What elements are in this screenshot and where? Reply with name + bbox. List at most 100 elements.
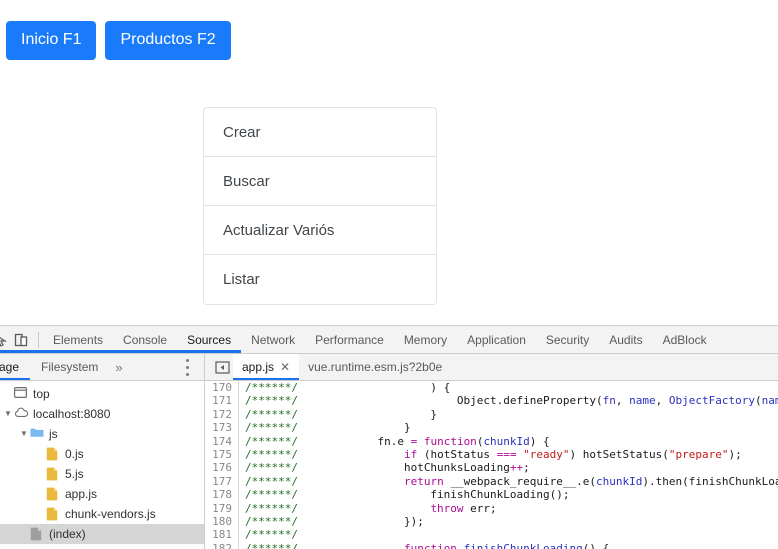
devtools-tab-application[interactable]: Application [457, 326, 536, 353]
devtools-tab-adblock[interactable]: AdBlock [653, 326, 717, 353]
webpack-gutter-comment: /******/ [245, 528, 298, 542]
show-navigator-icon[interactable] [211, 354, 233, 380]
line-number[interactable]: 177 [205, 474, 239, 489]
code-token: ( [754, 394, 762, 408]
file-tab-app-js[interactable]: app.js ✕ [233, 354, 300, 380]
code-token: ++ [509, 461, 524, 475]
active-tab-underline [0, 350, 242, 353]
devtools-tab-performance[interactable]: Performance [305, 326, 394, 353]
tree-item-label: 0.js [65, 447, 84, 461]
code-token: finishChunkLoading [463, 541, 583, 549]
devtools-tab-audits[interactable]: Audits [599, 326, 652, 353]
tree-item-label: chunk-vendors.js [65, 507, 156, 521]
devtools-tab-security[interactable]: Security [536, 326, 599, 353]
expand-triangle-icon[interactable]: ▼ [2, 410, 14, 418]
js-file-icon [46, 487, 60, 501]
js-file-icon [46, 467, 60, 481]
line-number[interactable]: 180 [205, 514, 239, 529]
tree-item-top[interactable]: top [0, 384, 204, 404]
line-number[interactable]: 179 [205, 501, 239, 515]
code-token: finishChunkLoading(); [297, 488, 570, 502]
code-line-text: /******/ finishChunkLoading(); [239, 488, 778, 501]
code-token: , [615, 394, 630, 408]
code-token: ) { [297, 381, 451, 394]
tree-item-0-js[interactable]: 0.js [0, 444, 204, 464]
code-line-text: /******/ } [239, 408, 778, 421]
line-number[interactable]: 171 [205, 394, 239, 408]
frame-icon [14, 387, 28, 401]
nav-button-bar: Inicio F1 Productos F2 [6, 21, 231, 60]
code-line-text: /******/ fn.e = function(chunkId) { [239, 435, 778, 448]
expand-triangle-icon[interactable]: ▼ [18, 430, 30, 438]
code-token: fn [602, 394, 616, 408]
code-token: "prepare" [668, 447, 729, 461]
code-token: function [423, 434, 477, 448]
code-token: throw [430, 501, 464, 515]
navigator-subtab-filesystem[interactable]: Filesystem [30, 354, 109, 380]
line-number[interactable]: 172 [205, 407, 239, 422]
webpack-gutter-comment: /******/ [245, 381, 298, 394]
code-token: ); [728, 447, 742, 461]
line-number[interactable]: 170 [205, 381, 239, 395]
menu-item-crear[interactable]: Crear [204, 108, 436, 157]
code-line: 180 /******/ }); [205, 514, 778, 529]
line-number[interactable]: 178 [205, 488, 239, 502]
code-token: function [403, 541, 457, 549]
action-menu-list: Crear Buscar Actualizar Variós Listar [203, 107, 437, 305]
line-number[interactable]: 173 [205, 421, 239, 435]
document-icon [30, 527, 44, 541]
devtools-tab-network[interactable]: Network [241, 326, 305, 353]
inspect-icon[interactable] [0, 327, 8, 353]
file-tab-vue-runtime-esm-js-2b0e[interactable]: vue.runtime.esm.js?2b0e [299, 354, 451, 380]
webpack-gutter-comment: /******/ [245, 514, 298, 528]
tree-item-js[interactable]: ▼ js [0, 424, 204, 444]
code-token: ObjectFactory [668, 394, 755, 408]
more-options-icon[interactable] [180, 359, 194, 376]
device-toolbar-icon[interactable] [8, 327, 34, 353]
line-number[interactable]: 181 [205, 528, 239, 542]
navigator-more-button[interactable]: » [109, 360, 128, 375]
code-line: 171/******/ Object.defineProperty(fn, na… [205, 394, 778, 408]
line-number[interactable]: 176 [205, 461, 239, 475]
file-tab-list: app.js ✕ vue.runtime.esm.js?2b0e [233, 354, 451, 380]
menu-item-actualizar-variós[interactable]: Actualizar Variós [204, 206, 436, 255]
code-line: 175/******/ if (hotStatus === "ready") h… [205, 447, 778, 462]
code-line: 173 /******/ } [205, 421, 778, 435]
code-token: fn.e [297, 434, 411, 448]
webpack-gutter-comment: /******/ [245, 421, 298, 435]
menu-item-buscar[interactable]: Buscar [204, 157, 436, 206]
line-number[interactable]: 174 [205, 434, 239, 448]
tree-item-index[interactable]: (index) [0, 524, 204, 544]
code-token: if [403, 447, 418, 461]
close-icon[interactable]: ✕ [280, 361, 290, 373]
file-tabbar: app.js ✕ vue.runtime.esm.js?2b0e [205, 354, 778, 381]
webpack-gutter-comment: /******/ [245, 461, 298, 475]
code-line-text: /******/ ) { [239, 381, 778, 394]
line-number[interactable]: 175 [205, 447, 239, 462]
inicio-button[interactable]: Inicio F1 [6, 21, 97, 60]
line-number[interactable]: 182 [205, 541, 239, 549]
code-token: = [410, 434, 424, 448]
devtools-tab-memory[interactable]: Memory [394, 326, 457, 353]
tree-item-label: js [49, 427, 58, 441]
sources-navigator: age Filesystem » top ▼ localhost:8080 ▼ js 0.j… [0, 354, 205, 549]
file-tab-label: app.js [242, 359, 275, 374]
webpack-gutter-comment: /******/ [245, 488, 298, 502]
tree-item-chunk-vendors-js[interactable]: chunk-vendors.js [0, 504, 204, 524]
tree-item-app-js[interactable]: app.js [0, 484, 204, 504]
menu-item-listar[interactable]: Listar [204, 255, 436, 304]
code-line: 182/******/ function finishChunkLoading(… [205, 541, 778, 549]
code-token: ).then(finishChunkLoading, [642, 474, 778, 488]
code-token: } [297, 421, 411, 435]
productos-button[interactable]: Productos F2 [105, 21, 231, 60]
webpack-gutter-comment: /******/ [245, 407, 298, 421]
code-line: 172/******/ } [205, 407, 778, 422]
webpack-gutter-comment: /******/ [245, 434, 298, 448]
tree-item-5-js[interactable]: 5.js [0, 464, 204, 484]
navigator-subtab-age[interactable]: age [0, 354, 31, 380]
code-editor[interactable]: 170/******/ ) {171/******/ Object.define… [205, 381, 778, 549]
code-token: }); [297, 514, 424, 528]
source-pane: app.js ✕ vue.runtime.esm.js?2b0e 170/*****… [205, 354, 778, 549]
tree-item-localhost-8080[interactable]: ▼ localhost:8080 [0, 404, 204, 424]
